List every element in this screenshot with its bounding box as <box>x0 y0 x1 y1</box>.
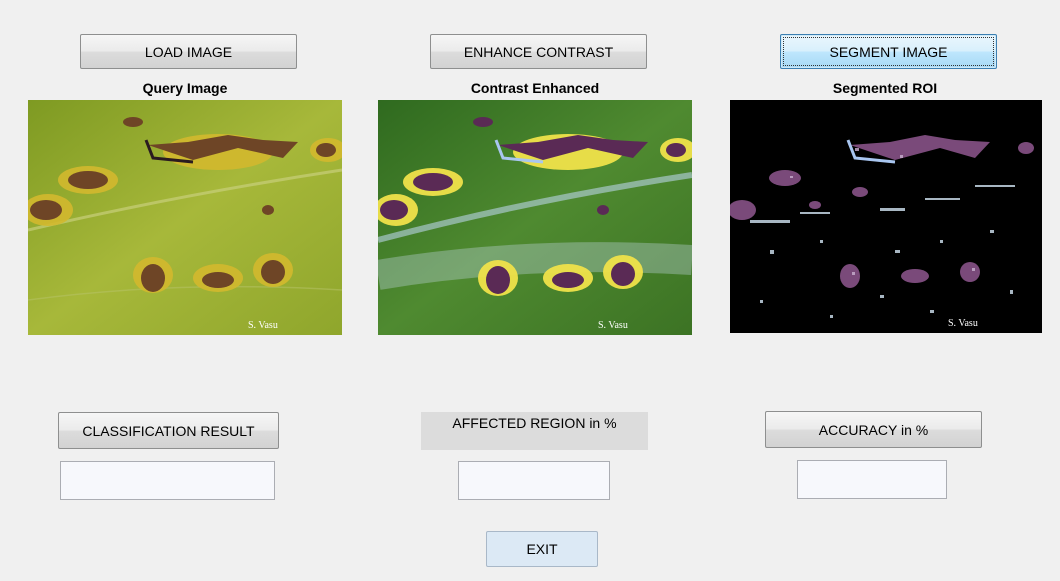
watermark-text: S. Vasu <box>948 318 978 329</box>
enhance-contrast-button[interactable]: ENHANCE CONTRAST <box>430 34 647 69</box>
query-image-caption: Query Image <box>142 80 228 96</box>
contrast-enhanced-panel: S. Vasu <box>378 100 692 335</box>
enhanced-leaf-image: S. Vasu <box>378 100 692 335</box>
watermark-text: S. Vasu <box>248 320 278 331</box>
affected-region-field[interactable] <box>458 461 610 500</box>
segmented-roi-image: S. Vasu <box>730 100 1042 333</box>
segmented-roi-panel: S. Vasu <box>730 100 1042 333</box>
segmented-roi-caption: Segmented ROI <box>832 80 938 96</box>
contrast-enhanced-caption: Contrast Enhanced <box>470 80 600 96</box>
affected-region-label: AFFECTED REGION in % <box>421 412 648 450</box>
watermark-text: S. Vasu <box>598 320 628 331</box>
query-image-panel: S. Vasu <box>28 100 342 335</box>
accuracy-button[interactable]: ACCURACY in % <box>765 411 982 448</box>
classification-result-button[interactable]: CLASSIFICATION RESULT <box>58 412 279 449</box>
segment-image-button[interactable]: SEGMENT IMAGE <box>780 34 997 69</box>
classification-result-field[interactable] <box>60 461 275 500</box>
leaf-image: S. Vasu <box>28 100 342 335</box>
exit-button[interactable]: EXIT <box>486 531 598 567</box>
load-image-button[interactable]: LOAD IMAGE <box>80 34 297 69</box>
accuracy-field[interactable] <box>797 460 947 499</box>
